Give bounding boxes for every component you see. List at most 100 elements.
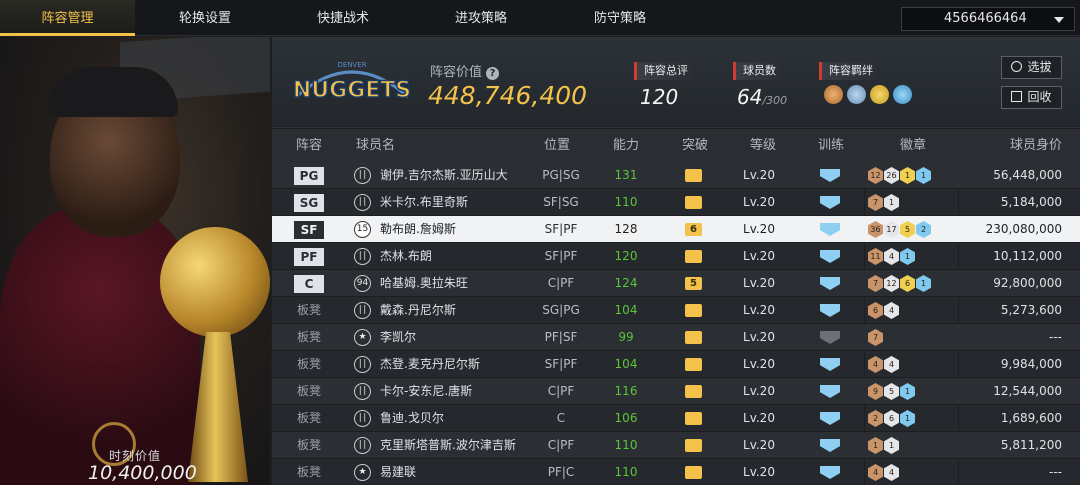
table-row[interactable]: PF ∣∣ 杰林.布朗 SF|PF 120 Lv.20 11 4 1 10,112,000 bbox=[272, 243, 1080, 270]
player-name[interactable]: 鲁迪.戈贝尔 bbox=[380, 405, 540, 432]
training-icon[interactable] bbox=[820, 405, 842, 432]
badge-icon[interactable]: 6 bbox=[884, 410, 899, 427]
player-value: --- bbox=[1049, 465, 1062, 479]
badge-icon[interactable]: 17 bbox=[884, 221, 899, 238]
select-button[interactable]: 选拔 bbox=[1001, 56, 1062, 79]
breakthrough-crown-icon[interactable] bbox=[682, 459, 706, 485]
table-row[interactable]: 板凳 ∣∣ 卡尔-安东尼.唐斯 C|PF 116 Lv.20 9 5 1 12,544,000 bbox=[272, 378, 1080, 405]
badge-icon[interactable]: 1 bbox=[900, 383, 915, 400]
badge-icon[interactable]: 6 bbox=[868, 302, 883, 319]
table-row[interactable]: 板凳 ∣∣ 鲁迪.戈贝尔 C 106 Lv.20 2 6 1 1,689,600 bbox=[272, 405, 1080, 432]
breakthrough-crown-icon[interactable] bbox=[682, 324, 706, 351]
badge-icon[interactable]: 1 bbox=[916, 167, 931, 184]
player-name[interactable]: 卡尔-安东尼.唐斯 bbox=[380, 378, 540, 405]
badge-icon[interactable]: 1 bbox=[884, 437, 899, 454]
breakthrough-crown-icon[interactable] bbox=[682, 243, 706, 270]
player-value: 92,800,000 bbox=[993, 276, 1062, 290]
badge-icon[interactable]: 6 bbox=[900, 275, 915, 292]
player-name[interactable]: 谢伊.吉尔杰斯.亚历山大 bbox=[380, 162, 540, 189]
badge-icon[interactable]: 4 bbox=[884, 248, 899, 265]
breakthrough-crown-icon[interactable]: 5 bbox=[682, 270, 706, 297]
player-name[interactable]: 米卡尔.布里奇斯 bbox=[380, 189, 540, 216]
player-name[interactable]: 杰林.布朗 bbox=[380, 243, 540, 270]
training-icon[interactable] bbox=[820, 459, 842, 485]
training-icon[interactable] bbox=[820, 297, 842, 324]
badge-icon[interactable]: 7 bbox=[868, 275, 883, 292]
training-icon[interactable] bbox=[820, 270, 842, 297]
player-name[interactable]: 克里斯塔普斯.波尔津吉斯 bbox=[380, 432, 540, 459]
player-name[interactable]: 勒布朗.詹姆斯 bbox=[380, 216, 540, 243]
table-row[interactable]: 板凳 ★ 李凯尔 PF|SF 99 Lv.20 7 --- bbox=[272, 324, 1080, 351]
badge-icon[interactable]: 4 bbox=[868, 464, 883, 481]
tab-offense[interactable]: 进攻策略 bbox=[411, 0, 551, 36]
bond-icon[interactable] bbox=[893, 85, 912, 104]
tab-rotation[interactable]: 轮换设置 bbox=[135, 0, 275, 36]
help-icon[interactable]: ? bbox=[486, 67, 500, 80]
badge-icon[interactable]: 26 bbox=[884, 167, 899, 184]
badge-icon[interactable]: 12 bbox=[868, 167, 883, 184]
badge-icon[interactable]: 7 bbox=[868, 329, 883, 346]
training-icon[interactable] bbox=[820, 243, 842, 270]
badge-icon[interactable]: 1 bbox=[916, 275, 931, 292]
table-row[interactable]: 板凳 ∣∣ 杰登.麦克丹尼尔斯 SF|PF 104 Lv.20 4 4 9,984,000 bbox=[272, 351, 1080, 378]
training-icon[interactable] bbox=[820, 216, 842, 243]
player-name[interactable]: 哈基姆.奥拉朱旺 bbox=[380, 270, 540, 297]
breakthrough-crown-icon[interactable] bbox=[682, 432, 706, 459]
badge-icon[interactable]: 7 bbox=[868, 194, 883, 211]
training-icon[interactable] bbox=[820, 162, 842, 189]
bond-icon[interactable] bbox=[847, 85, 866, 104]
badge-icon[interactable]: 4 bbox=[868, 356, 883, 373]
breakthrough-crown-icon[interactable] bbox=[682, 405, 706, 432]
player-value: 230,080,000 bbox=[985, 222, 1062, 236]
training-icon[interactable] bbox=[820, 432, 842, 459]
table-row[interactable]: 板凳 ∣∣ 克里斯塔普斯.波尔津吉斯 C|PF 110 Lv.20 1 1 5,811,200 bbox=[272, 432, 1080, 459]
table-row[interactable]: PG ∣∣ 谢伊.吉尔杰斯.亚历山大 PG|SG 131 Lv.20 12 26 1 1 56,44… bbox=[272, 162, 1080, 189]
badge-icon[interactable]: 4 bbox=[884, 464, 899, 481]
badge-icon[interactable]: 36 bbox=[868, 221, 883, 238]
breakthrough-crown-icon[interactable]: 6 bbox=[682, 216, 706, 243]
table-row[interactable]: 板凳 ★ 易建联 PF|C 110 Lv.20 4 4 --- bbox=[272, 459, 1080, 485]
table-row[interactable]: SF 15 勒布朗.詹姆斯 SF|PF 128 6 Lv.20 36 17 5 2 230,080,0… bbox=[272, 216, 1080, 243]
breakthrough-crown-icon[interactable] bbox=[682, 297, 706, 324]
badge-icon[interactable]: 4 bbox=[884, 356, 899, 373]
badge-icon[interactable]: 1 bbox=[900, 410, 915, 427]
training-icon[interactable] bbox=[820, 378, 842, 405]
player-name[interactable]: 李凯尔 bbox=[380, 324, 540, 351]
table-row[interactable]: SG ∣∣ 米卡尔.布里奇斯 SF|SG 110 Lv.20 7 1 5,184,000 bbox=[272, 189, 1080, 216]
training-icon[interactable] bbox=[820, 351, 842, 378]
breakthrough-crown-icon[interactable] bbox=[682, 378, 706, 405]
recycle-button[interactable]: 回收 bbox=[1001, 86, 1062, 109]
breakthrough-crown-icon[interactable] bbox=[682, 351, 706, 378]
breakthrough-crown-icon[interactable] bbox=[682, 162, 706, 189]
table-row[interactable]: 板凳 ∣∣ 戴森.丹尼尔斯 SG|PG 104 Lv.20 6 4 5,273,600 bbox=[272, 297, 1080, 324]
breakthrough-crown-icon[interactable] bbox=[682, 189, 706, 216]
badge-icon[interactable]: 1 bbox=[868, 437, 883, 454]
table-row[interactable]: C 94 哈基姆.奥拉朱旺 C|PF 124 5 Lv.20 7 12 6 1 92,800,000 bbox=[272, 270, 1080, 297]
badge-icon[interactable]: 5 bbox=[884, 383, 899, 400]
badge-icon[interactable]: 9 bbox=[868, 383, 883, 400]
badge-icon[interactable]: 2 bbox=[868, 410, 883, 427]
player-name[interactable]: 杰登.麦克丹尼尔斯 bbox=[380, 351, 540, 378]
player-level: Lv.20 bbox=[743, 411, 775, 425]
badge-icon[interactable]: 1 bbox=[900, 167, 915, 184]
tab-lineup[interactable]: 阵容管理 bbox=[0, 0, 135, 36]
slot-label: 板凳 bbox=[296, 438, 321, 452]
chevron-down-icon bbox=[1054, 17, 1064, 23]
badge-icon[interactable]: 5 bbox=[900, 221, 915, 238]
tab-defense[interactable]: 防守策略 bbox=[551, 0, 689, 36]
training-icon[interactable] bbox=[820, 324, 842, 351]
badge-icon[interactable]: 2 bbox=[916, 221, 931, 238]
bond-icon[interactable] bbox=[824, 85, 843, 104]
account-select[interactable]: 4566466464 bbox=[901, 7, 1075, 31]
player-name[interactable]: 易建联 bbox=[380, 459, 540, 485]
badge-icon[interactable]: 1 bbox=[900, 248, 915, 265]
bond-icon[interactable] bbox=[870, 85, 889, 104]
player-value: 10,112,000 bbox=[993, 249, 1062, 263]
player-name[interactable]: 戴森.丹尼尔斯 bbox=[380, 297, 540, 324]
badge-icon[interactable]: 12 bbox=[884, 275, 899, 292]
training-icon[interactable] bbox=[820, 189, 842, 216]
badge-icon[interactable]: 1 bbox=[884, 194, 899, 211]
tab-quick-tactics[interactable]: 快捷战术 bbox=[275, 0, 411, 36]
badge-icon[interactable]: 4 bbox=[884, 302, 899, 319]
badge-icon[interactable]: 11 bbox=[868, 248, 883, 265]
